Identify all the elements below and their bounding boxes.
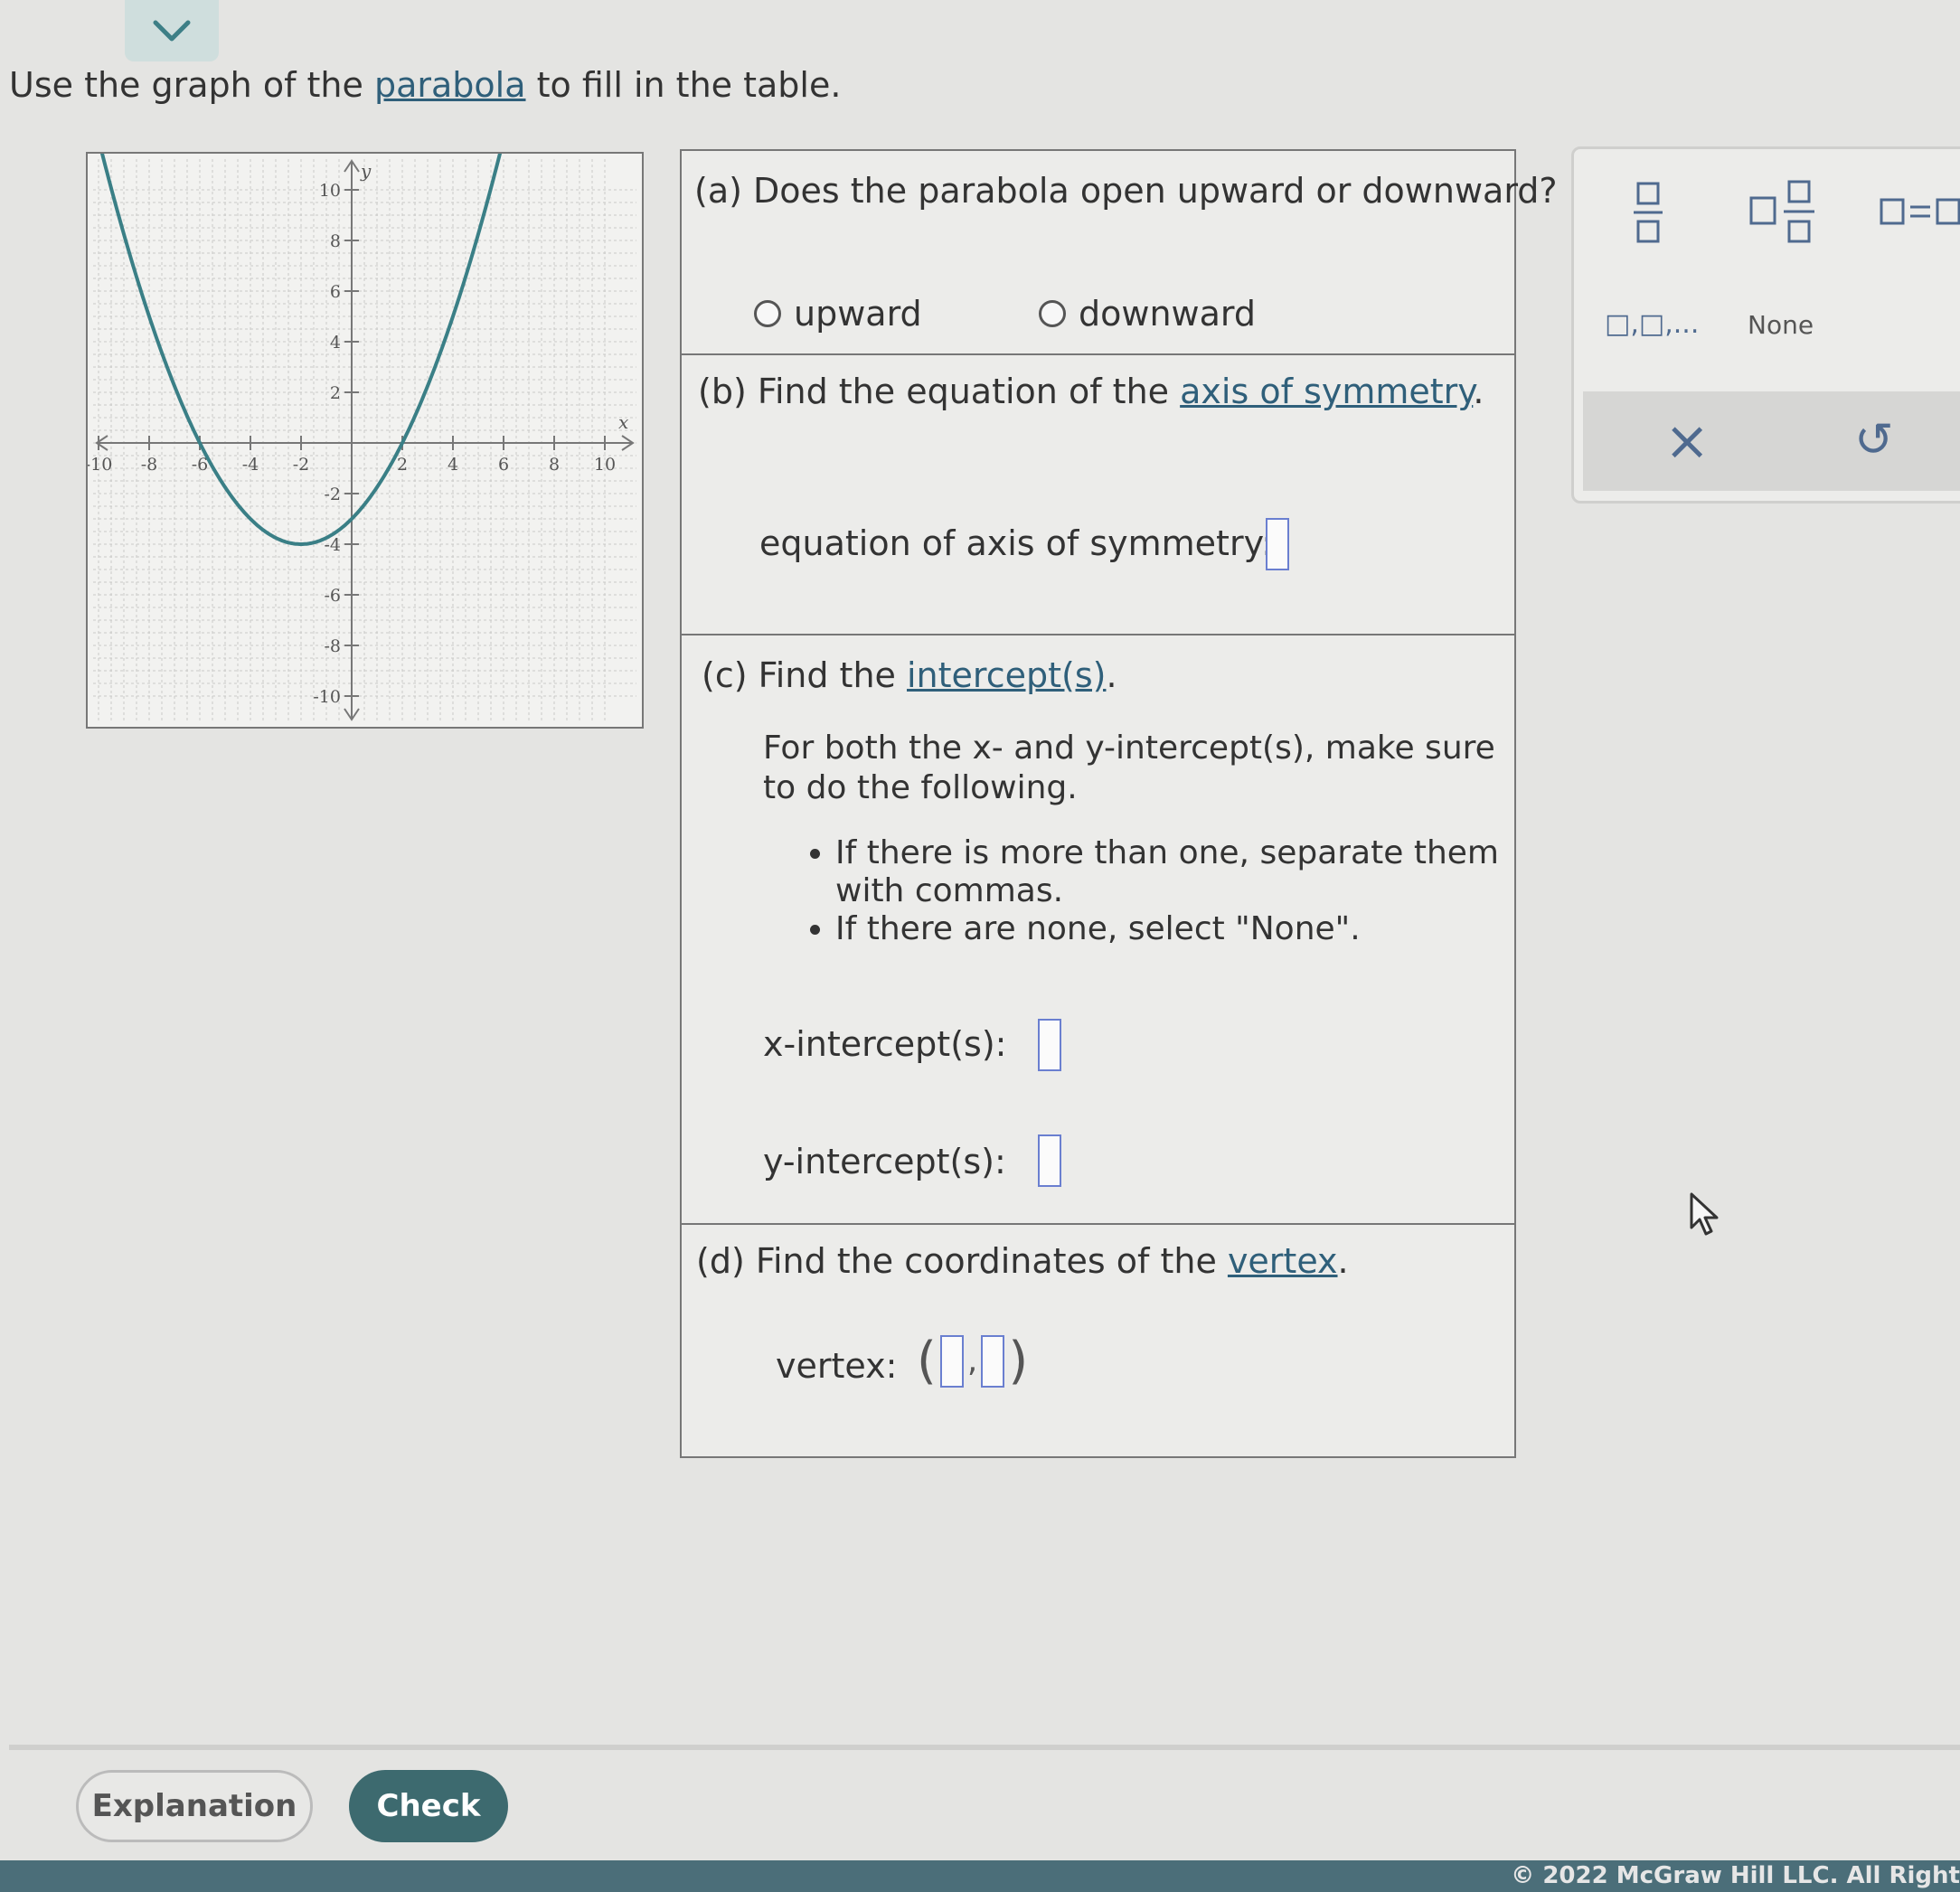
part-c-text-before: (c) Find the — [702, 655, 907, 695]
x-tick-label: 4 — [448, 455, 458, 475]
parabola-link[interactable]: parabola — [374, 65, 526, 105]
math-palette: □,□,... None × ↺ — [1571, 146, 1960, 504]
y-tick-label: 8 — [330, 231, 341, 251]
radio-circle-icon — [754, 300, 781, 327]
part-b-cell: (b) Find the equation of the axis of sym… — [682, 355, 1514, 635]
x-tick-label: -4 — [242, 455, 259, 475]
fraction-button[interactable] — [1630, 180, 1666, 249]
mouse-pointer-icon — [1690, 1192, 1719, 1236]
y-tick-label: -8 — [324, 636, 341, 656]
y-tick-label: -2 — [324, 485, 341, 504]
y-intercept-input[interactable] — [1038, 1134, 1061, 1187]
graph-canvas: -10-8-6-4-2246810108642-2-4-6-8-10xy — [88, 154, 636, 721]
axis-of-symmetry-label: equation of axis of symmetry: — [759, 523, 1274, 563]
close-paren-icon: ) — [1008, 1332, 1029, 1390]
comma-icon: , — [966, 1342, 978, 1379]
explanation-button[interactable]: Explanation — [76, 1770, 313, 1842]
x-axis-label: x — [618, 411, 628, 433]
x-tick-label: 10 — [594, 455, 616, 475]
downward-label: downward — [1079, 294, 1256, 334]
question-table: (a) Does the parabola open upward or dow… — [680, 149, 1558, 1458]
question-prompt: Use the graph of the parabola to fill in… — [9, 65, 841, 105]
downward-radio[interactable]: downward — [1039, 294, 1256, 334]
collapse-toggle-button[interactable] — [125, 0, 219, 61]
footer-divider — [9, 1745, 1960, 1750]
x-tick-label: 6 — [498, 455, 509, 475]
y-tick-label: 2 — [330, 383, 341, 403]
x-intercept-input[interactable] — [1038, 1019, 1061, 1071]
part-c-text-after: . — [1106, 655, 1117, 695]
fraction-icon — [1634, 182, 1663, 243]
parabola-graph: -10-8-6-4-2246810108642-2-4-6-8-10xy — [86, 152, 644, 729]
vertex-input-group: ( , ) — [917, 1332, 1028, 1390]
intercept-instructions-line2: to do the following. — [763, 769, 1078, 806]
vertex-x-input[interactable] — [939, 1334, 964, 1388]
y-intercept-label: y-intercept(s): — [763, 1142, 1006, 1181]
part-a-question: (a) Does the parabola open upward or dow… — [694, 171, 1558, 211]
axis-of-symmetry-link[interactable]: axis of symmetry — [1180, 372, 1473, 411]
y-tick-label: -10 — [313, 687, 341, 707]
x-tick-label: 8 — [549, 455, 560, 475]
instruction-bullets: If there is more than one, separate them… — [799, 834, 1499, 948]
part-b-question: (b) Find the equation of the axis of sym… — [698, 372, 1484, 411]
x-tick-label: -10 — [88, 455, 112, 475]
bottom-bar: © 2022 McGraw Hill LLC. All Right — [0, 1860, 1960, 1892]
bullet2-text: If there are none, select "None". — [835, 910, 1361, 947]
x-tick-label: -2 — [293, 455, 310, 475]
part-d-text-before: (d) Find the coordinates of the — [696, 1241, 1228, 1281]
none-button[interactable]: None — [1748, 310, 1814, 340]
clear-icon[interactable]: × — [1664, 409, 1710, 473]
equation-icon — [1880, 198, 1960, 225]
upward-label: upward — [794, 294, 922, 334]
undo-icon[interactable]: ↺ — [1854, 413, 1894, 467]
part-d-question: (d) Find the coordinates of the vertex. — [696, 1241, 1349, 1281]
prompt-text-after: to fill in the table. — [525, 65, 842, 105]
part-c-question: (c) Find the intercept(s). — [702, 655, 1117, 695]
part-b-text-after: . — [1473, 372, 1484, 411]
part-b-text-before: (b) Find the equation of the — [698, 372, 1181, 411]
y-tick-label: -6 — [324, 586, 341, 606]
x-intercept-label: x-intercept(s): — [763, 1024, 1007, 1064]
copyright-text: © 2022 McGraw Hill LLC. All Right — [1511, 1862, 1960, 1889]
part-d-cell: (d) Find the coordinates of the vertex. … — [682, 1225, 1514, 1456]
bullet1-line1: If there is more than one, separate them — [835, 834, 1499, 871]
chevron-down-icon — [153, 20, 191, 42]
axis-of-symmetry-input[interactable] — [1266, 518, 1289, 570]
part-c-cell: (c) Find the intercept(s). For both the … — [682, 635, 1514, 1225]
part-a-cell: (a) Does the parabola open upward or dow… — [682, 151, 1558, 355]
radio-circle-icon — [1039, 300, 1066, 327]
check-button[interactable]: Check — [349, 1770, 508, 1842]
bullet-item: If there are none, select "None". — [835, 910, 1499, 948]
upward-radio[interactable]: upward — [754, 294, 922, 334]
y-tick-label: 6 — [330, 282, 341, 302]
vertex-link[interactable]: vertex — [1228, 1241, 1338, 1281]
vertex-y-input[interactable] — [981, 1334, 1005, 1388]
palette-actions: × ↺ — [1583, 391, 1960, 491]
intercepts-link[interactable]: intercept(s) — [907, 655, 1106, 695]
part-d-text-after: . — [1337, 1241, 1349, 1281]
bullet1-line2: with commas. — [835, 872, 1064, 909]
mixed-number-button[interactable] — [1748, 178, 1820, 249]
bullet-item: If there is more than one, separate them… — [835, 834, 1499, 910]
y-tick-label: 4 — [330, 333, 341, 353]
equals-button[interactable] — [1878, 194, 1960, 234]
x-tick-label: 2 — [397, 455, 408, 475]
prompt-text-before: Use the graph of the — [9, 65, 374, 105]
list-button[interactable]: □,□,... — [1605, 308, 1699, 340]
y-tick-label: 10 — [319, 181, 341, 201]
x-tick-label: -8 — [141, 455, 158, 475]
intercept-instructions-line1: For both the x- and y-intercept(s), make… — [763, 730, 1495, 767]
mixed-number-icon — [1749, 180, 1814, 243]
open-paren-icon: ( — [917, 1332, 937, 1390]
y-axis-label: y — [360, 160, 372, 182]
vertex-label: vertex: — [776, 1346, 898, 1386]
